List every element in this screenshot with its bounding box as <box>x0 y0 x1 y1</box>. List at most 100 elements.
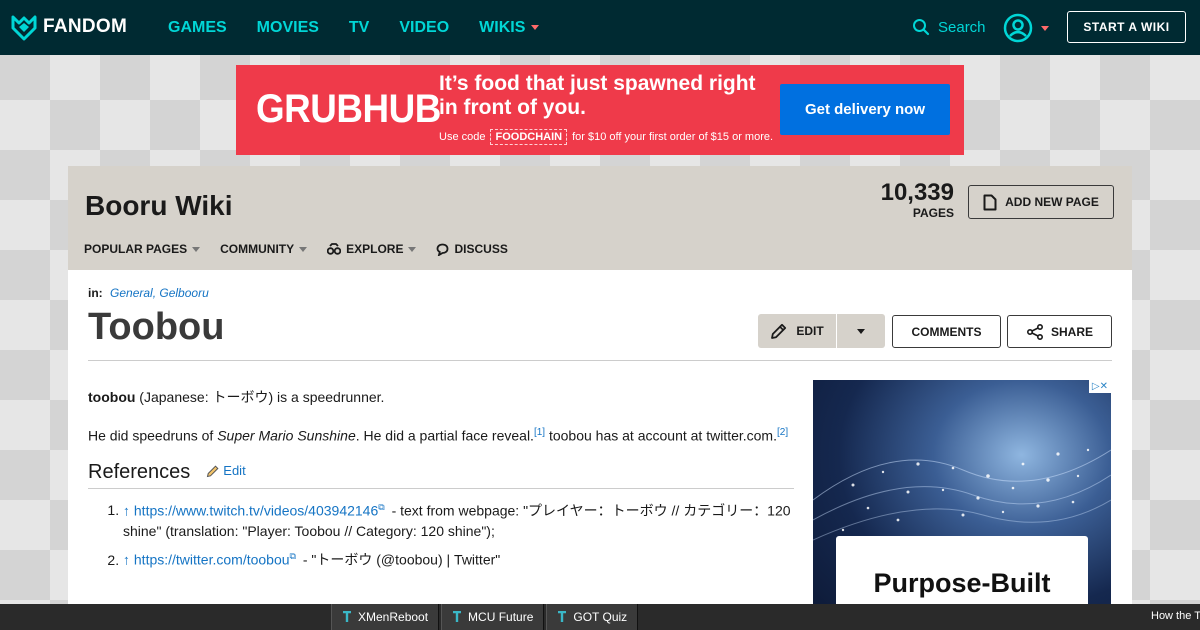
discuss-icon <box>437 243 449 256</box>
nav-discuss-label: DISCUSS <box>454 242 508 256</box>
ad-promo-code: FOODCHAIN <box>490 129 568 145</box>
account-menu[interactable] <box>1003 13 1049 43</box>
ad-brand: GRUBHUB <box>256 87 441 131</box>
article-paragraph-2: He did speedruns of Super Mario Sunshine… <box>88 422 794 447</box>
page-title: Toobou <box>88 306 225 348</box>
page-count-value: 10,339 <box>880 179 954 206</box>
fandom-logo-text: FANDOM <box>43 16 128 37</box>
footnote-2-link[interactable]: [2] <box>777 427 788 438</box>
ad-sub-suffix: for $10 off your first order of $15 or m… <box>572 131 774 143</box>
fandom-t-icon <box>343 611 351 622</box>
explore-icon <box>327 243 342 255</box>
nav-link-wikis-label: WIKIS <box>479 18 526 36</box>
global-navigation: FANDOM GAMES MOVIES TV VIDEO WIKIS Searc… <box>0 0 1200 55</box>
wiki-navigation: POPULAR PAGES COMMUNITY EXPLORE DISCUSS <box>84 242 528 256</box>
pencil-icon <box>207 465 219 477</box>
external-link-icon: ⧉ <box>378 501 385 512</box>
nav-link-video[interactable]: VIDEO <box>399 19 449 37</box>
search-button[interactable]: Search <box>912 18 986 36</box>
trending-link-xmenreboot[interactable]: XMenReboot <box>331 604 440 630</box>
reference-backlink[interactable]: ↑ <box>123 502 130 518</box>
chevron-down-icon <box>408 246 417 252</box>
trending-link-label: GOT Quiz <box>573 610 628 624</box>
search-label: Search <box>938 18 986 36</box>
article-p2-c: toobou has at account at twitter.com. <box>545 427 777 444</box>
reference-item: ↑ https://www.twitch.tv/videos/403942146… <box>123 497 794 543</box>
article-body: toobou (Japanese: トーボウ) is a speedrunner… <box>88 386 794 575</box>
chevron-down-icon <box>192 246 201 252</box>
reference-item: ↑ https://twitter.com/toobou⧉ - "トーボウ (@… <box>123 546 794 571</box>
reference-url-link[interactable]: https://twitter.com/toobou <box>134 552 290 568</box>
nav-link-movies[interactable]: MOVIES <box>257 19 319 37</box>
chevron-down-icon <box>1041 25 1049 31</box>
pencil-icon <box>771 323 787 339</box>
title-divider <box>88 360 1112 361</box>
categories-in-label: in: <box>88 286 103 300</box>
add-new-page-label: ADD NEW PAGE <box>1005 195 1099 209</box>
ad-sub-prefix: Use code <box>439 131 486 143</box>
external-link-icon: ⧉ <box>289 551 296 562</box>
edit-dropdown-button[interactable] <box>837 314 885 348</box>
fandom-t-icon <box>453 611 462 622</box>
start-a-wiki-button[interactable]: START A WIKI <box>1067 11 1186 43</box>
trending-links: XMenReboot MCU Future GOT Quiz <box>331 604 640 630</box>
fandom-logo[interactable]: FANDOM <box>11 13 127 41</box>
footer-right-link[interactable]: How the T <box>1151 610 1200 622</box>
ad-headline: It’s food that just spawned right in fro… <box>439 72 756 119</box>
page-categories: in: General, Gelbooru <box>88 286 209 300</box>
leaderboard-ad[interactable]: GRUBHUB It’s food that just spawned righ… <box>236 65 964 155</box>
edit-button-group: EDIT <box>758 314 885 348</box>
article-p2-a: He did speedruns of <box>88 427 218 444</box>
comments-button[interactable]: COMMENTS <box>892 315 1001 348</box>
reference-text: - "トーボウ (@toobou) | Twitter" <box>298 551 501 568</box>
reference-backlink[interactable]: ↑ <box>123 552 130 568</box>
references-edit-label: Edit <box>223 463 246 479</box>
references-edit-link[interactable]: Edit <box>206 463 246 479</box>
nav-discuss[interactable]: DISCUSS <box>436 242 508 256</box>
sidebar-ad[interactable]: ▷✕ Purpose-Built <box>813 380 1111 630</box>
nav-explore[interactable]: EXPLORE <box>327 242 417 256</box>
nav-link-games[interactable]: GAMES <box>168 19 227 37</box>
edit-label: EDIT <box>796 324 824 338</box>
reference-url-link[interactable]: https://www.twitch.tv/videos/403942146 <box>134 502 378 518</box>
wiki-name[interactable]: Booru Wiki <box>85 190 233 222</box>
trending-link-label: XMenReboot <box>358 610 429 624</box>
nav-popular-pages-label: POPULAR PAGES <box>84 242 188 256</box>
new-page-icon <box>983 194 997 210</box>
page-count-label: PAGES <box>912 206 954 220</box>
references-title: References <box>88 460 191 483</box>
references-heading: References Edit <box>88 461 794 489</box>
article-p2-b: . He did a partial face reveal. <box>355 427 534 444</box>
article-paragraph-1: toobou (Japanese: トーボウ) is a speedrunner… <box>88 386 794 408</box>
share-icon <box>1026 323 1043 340</box>
user-avatar-icon <box>1003 13 1033 43</box>
game-title: Super Mario Sunshine <box>217 427 356 444</box>
search-icon <box>913 19 930 36</box>
footnote-1-link[interactable]: [1] <box>534 427 545 438</box>
page-counter: 10,339 PAGES <box>848 179 954 221</box>
references-list: ↑ https://www.twitch.tv/videos/403942146… <box>88 497 794 571</box>
add-new-page-button[interactable]: ADD NEW PAGE <box>968 185 1114 219</box>
trending-link-label: MCU Future <box>468 610 534 624</box>
nav-community[interactable]: COMMUNITY <box>220 242 308 256</box>
nav-link-tv[interactable]: TV <box>349 19 369 37</box>
trending-link-mcu-future[interactable]: MCU Future <box>441 604 545 630</box>
chevron-down-icon <box>531 25 540 30</box>
ad-cta-button[interactable]: Get delivery now <box>780 84 950 135</box>
nav-popular-pages[interactable]: POPULAR PAGES <box>84 242 201 256</box>
chevron-down-icon <box>857 328 865 334</box>
edit-button[interactable]: EDIT <box>758 314 836 348</box>
nav-link-wikis[interactable]: WIKIS <box>479 18 540 37</box>
community-header: Booru Wiki 10,339 PAGES ADD NEW PAGE POP… <box>68 166 1132 270</box>
share-label: SHARE <box>1050 324 1093 339</box>
sidebar-ad-text: Purpose-Built <box>873 568 1051 598</box>
chevron-down-icon <box>299 246 308 252</box>
trending-link-got-quiz[interactable]: GOT Quiz <box>546 604 639 630</box>
fandom-t-icon <box>558 611 567 622</box>
ad-choices-icon[interactable]: ▷✕ <box>1088 380 1111 393</box>
global-footer-bar: XMenReboot MCU Future GOT Quiz How the T <box>0 604 1200 630</box>
share-button[interactable]: SHARE <box>1007 315 1112 348</box>
ad-subtext: Use code FOODCHAIN for $10 off your firs… <box>439 129 773 145</box>
nav-explore-label: EXPLORE <box>346 242 404 256</box>
category-links[interactable]: General, Gelbooru <box>110 286 209 300</box>
